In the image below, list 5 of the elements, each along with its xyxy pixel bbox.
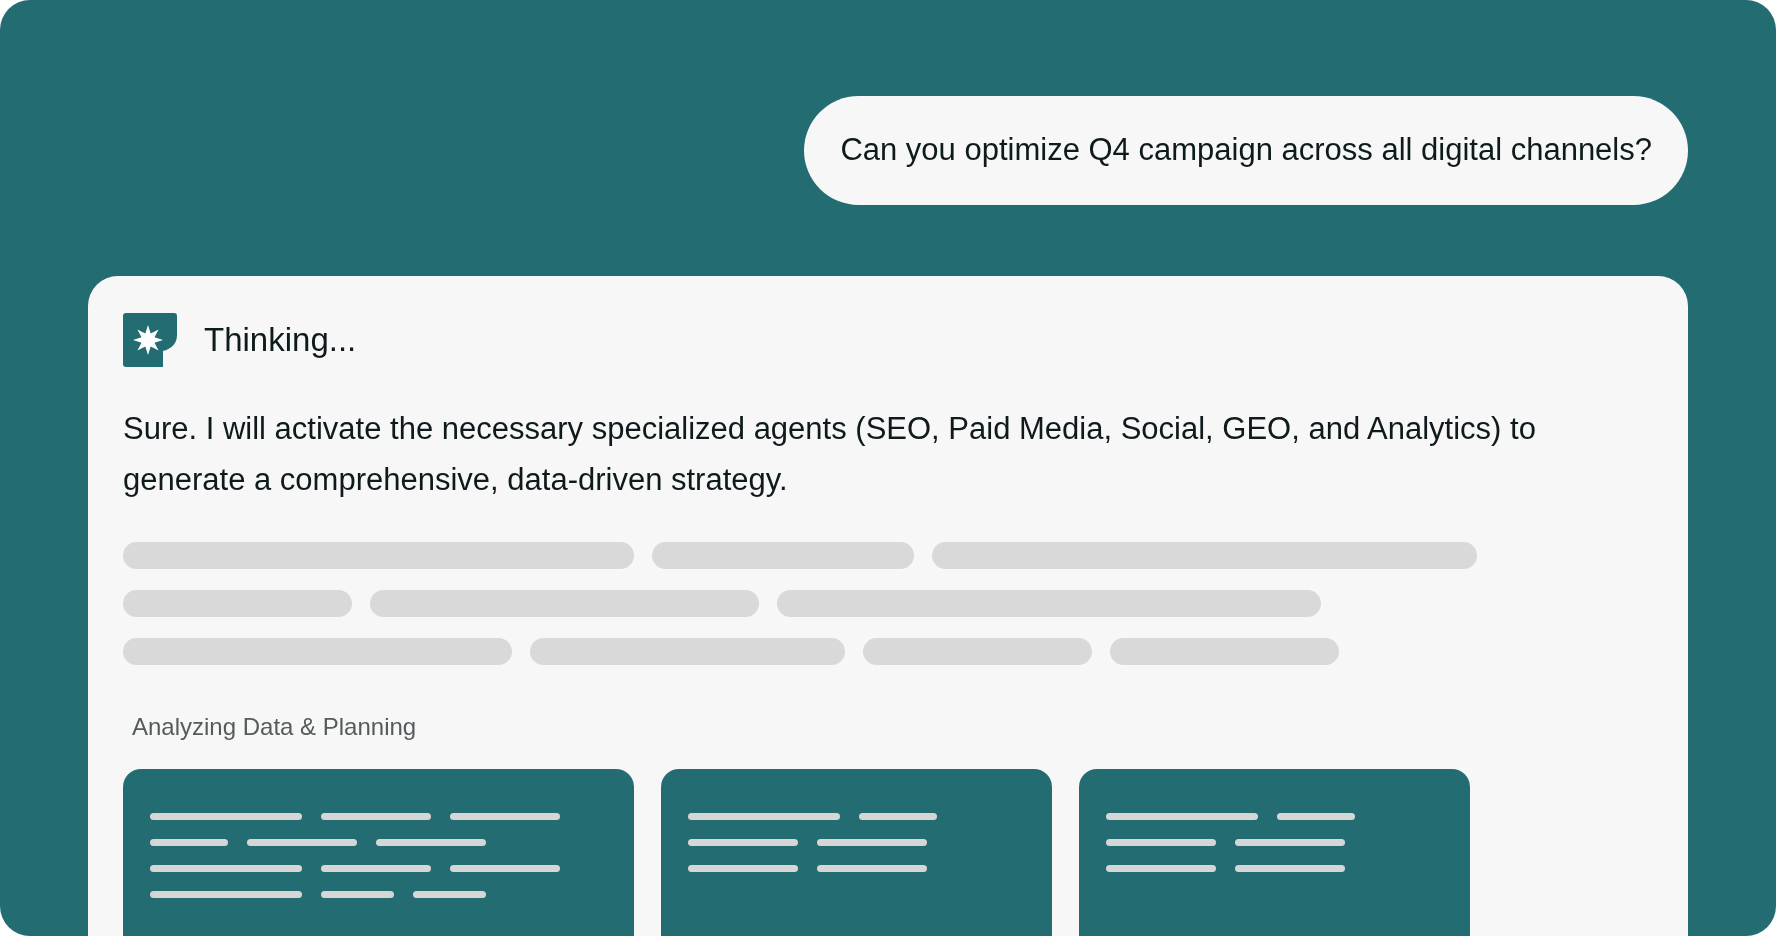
user-message-bubble: Can you optimize Q4 campaign across all digital channels? <box>804 96 1688 205</box>
assistant-message: Sure. I will activate the necessary specialized agents (SEO, Paid Media, Social, GEO, and Analytics) to generate a comprehensive, data-driven strategy. <box>123 410 1537 499</box>
spark-logo-icon <box>123 313 177 367</box>
thinking-status: Thinking... <box>204 320 357 361</box>
section-label: Analyzing Data & Planning <box>132 712 418 742</box>
